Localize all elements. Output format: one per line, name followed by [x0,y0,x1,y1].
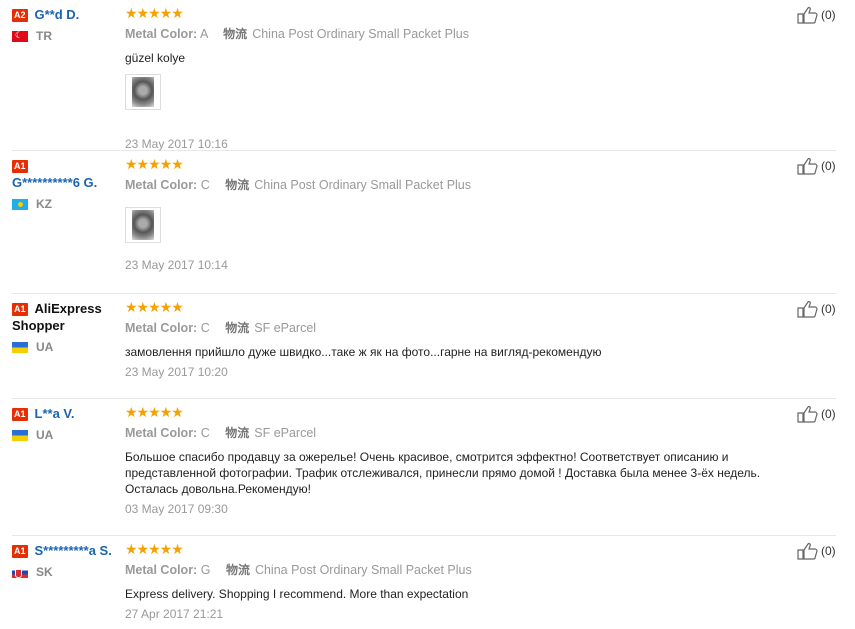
review-content: ★★★★★ Metal Color: C 物流 SF eParcel Большо… [125,405,785,517]
reviewer-country: KZ [12,197,116,211]
reviewer-info: A1 S*********a S. SK [12,542,116,579]
kazakhstan-flag-icon [12,198,28,210]
thumbs-up-icon [797,406,818,423]
review-date: 23 May 2017 10:14 [125,258,228,272]
metal-color-key: Metal Color: [125,426,198,440]
review-date: 27 Apr 2017 21:21 [125,607,224,621]
country-code: UA [36,340,54,354]
order-info: Metal Color: A 物流 China Post Ordinary Sma… [125,26,785,42]
reviewer-info: A1 AliExpress Shopper UA [12,300,116,354]
reviewer-info: A1 G**********6 G. KZ [12,157,116,211]
review-list: A2 G**d D. TR ★★★★★ Metal Color: A 物流 Chin… [0,0,855,629]
metal-color-value: C [200,178,210,192]
order-info: Metal Color: G 物流 China Post Ordinary Sma… [125,562,785,578]
metal-color-key: Metal Color: [125,178,198,192]
helpful-count: (0) [821,302,836,316]
shipping-method: China Post Ordinary Small Packet Plus [254,178,472,192]
buyer-level-badge: A1 [12,160,28,173]
necklace-photo [132,210,154,240]
review-content: ★★★★★ Metal Color: C 物流 SF eParcel замовл… [125,300,785,380]
reviewer-name[interactable]: S*********a S. [35,543,112,558]
helpful-button[interactable]: (0) [797,542,836,560]
shipping-method: China Post Ordinary Small Packet Plus [252,27,469,41]
helpful-button[interactable]: (0) [797,6,836,24]
metal-color-value: G [200,563,211,577]
reviewer-info: A2 G**d D. TR [12,6,116,43]
reviewer-country: UA [12,340,116,354]
review-item: A1 AliExpress Shopper UA ★★★★★ Metal Colo… [12,294,836,399]
review-item: A1 S*********a S. SK ★★★★★ Metal Color: G… [12,536,836,629]
turkey-flag-icon [12,30,28,42]
slovakia-flag-icon [12,566,28,578]
metal-color-value: C [200,321,210,335]
reviewer-name[interactable]: G**********6 G. [12,175,97,190]
order-info: Metal Color: C 物流 SF eParcel [125,425,785,441]
logistics-icon: 物流 [225,321,250,335]
buyer-level-badge: A2 [12,9,28,22]
review-date: 23 May 2017 10:16 [125,137,228,151]
helpful-count: (0) [821,159,836,173]
shipping-method: SF eParcel [254,321,317,335]
review-text: Большое спасибо продавцу за ожерелье! Оч… [125,450,761,496]
star-rating: ★★★★★ [125,156,184,172]
buyer-level-badge: A1 [12,303,28,316]
reviewer-name[interactable]: L**a V. [35,406,75,421]
order-info: Metal Color: C 物流 SF eParcel [125,320,785,336]
review-item: A1 L**a V. UA ★★★★★ Metal Color: C 物流 SF e… [12,399,836,536]
review-photo-thumbnail[interactable] [125,207,161,243]
review-text: замовлення прийшло дуже швидко...таке ж … [125,345,602,359]
logistics-icon: 物流 [225,563,250,577]
review-content: ★★★★★ Metal Color: A 物流 China Post Ordina… [125,6,785,152]
metal-color-key: Metal Color: [125,563,198,577]
helpful-count: (0) [821,544,836,558]
reviewer-country: TR [12,29,116,43]
review-text: güzel kolye [125,51,186,65]
reviewer-info: A1 L**a V. UA [12,405,116,442]
shipping-method: China Post Ordinary Small Packet Plus [254,563,472,577]
helpful-count: (0) [821,407,836,421]
helpful-button[interactable]: (0) [797,300,836,318]
country-code: SK [36,565,53,579]
metal-color-key: Metal Color: [125,321,198,335]
thumbs-up-icon [797,7,818,24]
review-date: 03 May 2017 09:30 [125,502,228,516]
reviewer-name[interactable]: G**d D. [35,7,80,22]
helpful-count: (0) [821,8,836,22]
logistics-icon: 物流 [225,426,250,440]
reviewer-country: UA [12,428,116,442]
review-content: ★★★★★ Metal Color: C 物流 China Post Ordina… [125,157,785,273]
necklace-photo [132,77,154,107]
star-rating: ★★★★★ [125,299,184,315]
review-text: Express delivery. Shopping I recommend. … [125,587,469,601]
metal-color-key: Metal Color: [125,27,198,41]
review-content: ★★★★★ Metal Color: G 物流 China Post Ordina… [125,542,785,622]
thumbs-up-icon [797,543,818,560]
review-item: A1 G**********6 G. KZ ★★★★★ Metal Color:… [12,151,836,294]
thumbs-up-icon [797,158,818,175]
review-photo-thumbnail[interactable] [125,74,161,110]
ukraine-flag-icon [12,341,28,353]
logistics-icon: 物流 [225,178,250,192]
country-code: KZ [36,197,52,211]
thumbs-up-icon [797,301,818,318]
shipping-method: SF eParcel [254,426,317,440]
review-date: 23 May 2017 10:20 [125,365,228,379]
reviewer-country: SK [12,565,116,579]
country-code: UA [36,428,54,442]
star-rating: ★★★★★ [125,404,184,420]
country-code: TR [36,29,52,43]
buyer-level-badge: A1 [12,408,28,421]
star-rating: ★★★★★ [125,541,184,557]
metal-color-value: A [200,27,208,41]
buyer-level-badge: A1 [12,545,28,558]
helpful-button[interactable]: (0) [797,157,836,175]
ukraine-flag-icon [12,429,28,441]
helpful-button[interactable]: (0) [797,405,836,423]
review-item: A2 G**d D. TR ★★★★★ Metal Color: A 物流 Chin… [12,0,836,151]
logistics-icon: 物流 [223,27,248,41]
metal-color-value: C [200,426,210,440]
star-rating: ★★★★★ [125,5,184,21]
order-info: Metal Color: C 物流 China Post Ordinary Sma… [125,177,785,193]
